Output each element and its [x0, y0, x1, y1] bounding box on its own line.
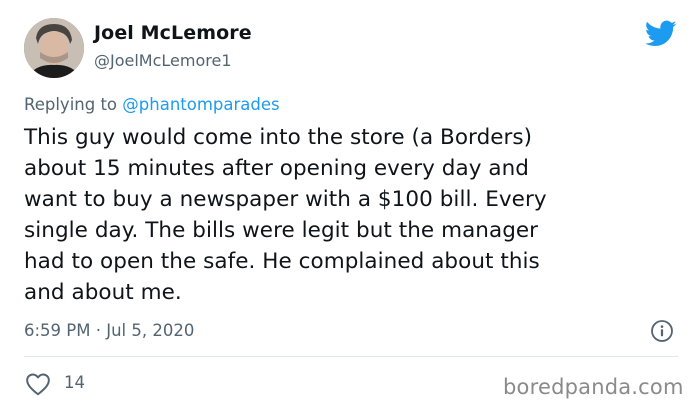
- watermark: boredpanda.com: [503, 375, 684, 399]
- reply-context: Replying to @phantomparades: [24, 95, 280, 114]
- heart-icon[interactable]: [25, 372, 51, 396]
- reply-prefix: Replying to: [24, 95, 118, 114]
- author-handle[interactable]: @JoelMcLemore1: [94, 51, 232, 70]
- tweet-text: This guy would come into the store (a Bo…: [24, 125, 547, 305]
- tweet-timestamp[interactable]: 6:59 PM · Jul 5, 2020: [24, 321, 194, 340]
- avatar[interactable]: [24, 18, 84, 78]
- info-icon[interactable]: [650, 319, 674, 343]
- like-count: 14: [64, 373, 85, 392]
- author-name[interactable]: Joel McLemore: [94, 22, 252, 44]
- reply-mention-link[interactable]: @phantomparades: [122, 95, 279, 114]
- tweet-card: Joel McLemore @JoelMcLemore1 Replying to…: [0, 0, 700, 410]
- twitter-bird-icon[interactable]: [644, 20, 677, 48]
- divider: [24, 356, 678, 357]
